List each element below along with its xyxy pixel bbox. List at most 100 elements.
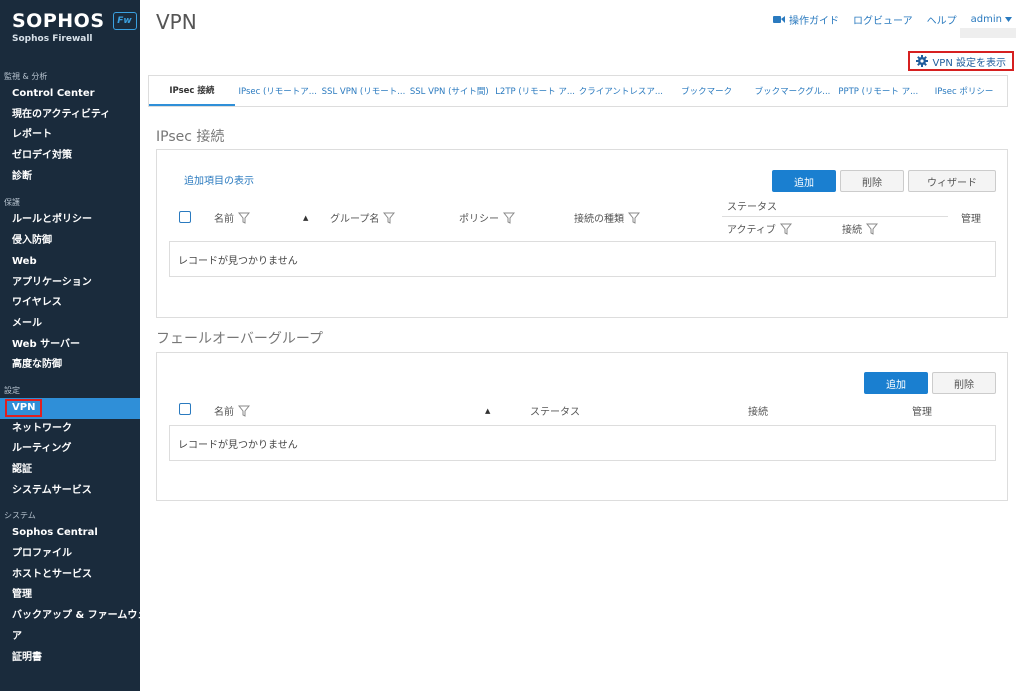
failover-select-all-checkbox[interactable] (179, 403, 191, 415)
sidebar-item-label: ルーティング (12, 443, 72, 455)
col-policy-label: ポリシー (459, 214, 499, 225)
tab[interactable]: クライアントレスア... (578, 76, 664, 106)
failover-delete-button[interactable]: 削除 (932, 372, 996, 394)
col-policy[interactable]: ポリシー (459, 210, 515, 225)
filter-icon[interactable] (238, 405, 250, 417)
brand-subtitle: Sophos Firewall (12, 34, 93, 44)
sidebar-item[interactable]: ワイヤレス (0, 293, 140, 314)
sidebar-item[interactable]: システムサービス (0, 481, 140, 502)
sidebar-item-label: プロファイル (12, 548, 72, 560)
col-group-label: グループ名 (330, 214, 380, 225)
sidebar-item[interactable]: Sophos Central (0, 523, 140, 544)
vpn-settings-label: VPN 設定を表示 (932, 57, 1006, 69)
tab[interactable]: SSL VPN (リモート... (321, 76, 407, 106)
help-link[interactable]: ヘルプ (927, 12, 957, 27)
failover-col-status: ステータス (530, 407, 580, 418)
sidebar-item[interactable]: 管理 (0, 585, 140, 606)
sidebar-item[interactable]: ルーティング (0, 439, 140, 460)
sidebar-item[interactable]: アプリケーション (0, 273, 140, 294)
sidebar-item[interactable]: メール (0, 314, 140, 335)
sidebar-item-label: バックアップ & ファームウェ (12, 610, 140, 622)
failover-col-connection: 接続 (748, 407, 768, 418)
filter-icon[interactable] (383, 212, 396, 224)
tab[interactable]: IPsec ポリシー (921, 76, 1007, 106)
filter-icon[interactable] (866, 223, 878, 235)
filter-icon[interactable] (503, 212, 515, 224)
sidebar-item[interactable]: プロファイル (0, 544, 140, 565)
sidebar-item-label: ゼロデイ対策 (12, 150, 72, 162)
sidebar-item-label: ネットワーク (12, 422, 72, 434)
tab[interactable]: IPsec 接続 (149, 76, 235, 106)
gear-icon (916, 55, 929, 67)
sidebar-item[interactable]: ルールとポリシー (0, 210, 140, 231)
failover-col-manage: 管理 (912, 407, 932, 418)
ipsec-empty-row: レコードが見つかりません (169, 241, 996, 277)
filter-icon[interactable] (238, 212, 250, 224)
sidebar-item[interactable]: バックアップ & ファームウェ (0, 606, 140, 627)
ipsec-add-button[interactable]: 追加 (772, 170, 836, 192)
sidebar-item[interactable]: 診断 (0, 167, 140, 188)
ipsec-delete-button[interactable]: 削除 (840, 170, 904, 192)
sidebar-section-title: 監視 & 分析 (4, 72, 48, 81)
tab[interactable]: L2TP (リモート ア... (492, 76, 578, 106)
failover-col-name[interactable]: 名前 (214, 403, 250, 418)
sidebar-item[interactable]: Control Center (0, 84, 140, 105)
tab[interactable]: PPTP (リモート ア... (835, 76, 921, 106)
sidebar-item-label: ルールとポリシー (12, 214, 92, 226)
sidebar-item[interactable]: ネットワーク (0, 419, 140, 440)
sort-asc-icon[interactable]: ▲ (485, 407, 490, 415)
ipsec-wizard-button[interactable]: ウィザード (908, 170, 996, 192)
sidebar-item[interactable]: ホストとサービス (0, 565, 140, 586)
user-menu[interactable]: admin (971, 14, 1012, 25)
sidebar-item[interactable]: Web サーバー (0, 335, 140, 356)
sidebar-item-label: システムサービス (12, 484, 92, 496)
failover-add-button[interactable]: 追加 (864, 372, 928, 394)
col-name[interactable]: 名前 (214, 210, 250, 225)
failover-col-name-label: 名前 (214, 407, 234, 418)
guide-link[interactable]: 操作ガイド (773, 12, 839, 27)
col-connection-type[interactable]: 接続の種類 (574, 210, 640, 225)
sidebar-item[interactable]: ア (0, 627, 140, 648)
sidebar-item[interactable]: ゼロデイ対策 (0, 146, 140, 167)
sidebar-item[interactable]: 現在のアクティビティ (0, 105, 140, 126)
col-active[interactable]: アクティブ (727, 221, 792, 236)
tab[interactable]: SSL VPN (サイト間) (406, 76, 492, 106)
sidebar-item-label: レポート (12, 129, 52, 141)
sidebar-item-label: 侵入防御 (12, 235, 52, 247)
ipsec-select-all-checkbox[interactable] (179, 211, 191, 223)
brand: SOPHOS Fw Sophos Firewall (0, 0, 140, 60)
col-connection[interactable]: 接続 (842, 221, 878, 236)
filter-icon[interactable] (628, 212, 640, 224)
video-icon (773, 16, 786, 23)
sidebar-item[interactable]: 侵入防御 (0, 231, 140, 252)
sidebar-item[interactable]: VPN (0, 397, 140, 419)
sidebar-item-label: 高度な防御 (12, 359, 62, 371)
tab[interactable]: ブックマークグル... (750, 76, 836, 106)
vpn-settings-button[interactable]: VPN 設定を表示 (908, 51, 1014, 71)
user-name: admin (970, 14, 1002, 25)
sophos-logo: SOPHOS (12, 10, 105, 32)
top-nav: 操作ガイド ログビューア ヘルプ admin (773, 12, 1012, 27)
sidebar-item[interactable]: 証明書 (0, 648, 140, 669)
sidebar-item[interactable]: 認証 (0, 460, 140, 481)
col-manage: 管理 (961, 214, 981, 225)
log-viewer-link[interactable]: ログビューア (853, 12, 913, 27)
tab[interactable]: IPsec (リモートア... (235, 76, 321, 106)
sidebar-item[interactable]: Web (0, 252, 140, 273)
guide-label: 操作ガイド (789, 16, 840, 27)
sidebar-item-label: ワイヤレス (12, 297, 62, 309)
filter-icon[interactable] (779, 223, 792, 235)
tab-bar: IPsec 接続 IPsec (リモートア... SSL VPN (リモート... S… (148, 75, 1008, 107)
col-active-label: アクティブ (727, 225, 776, 236)
col-group[interactable]: グループ名 (330, 210, 396, 225)
sort-asc-icon[interactable]: ▲ (303, 214, 308, 222)
sidebar-item[interactable]: レポート (0, 125, 140, 146)
show-more-link[interactable]: 追加項目の表示 (184, 172, 254, 187)
sidebar-section-title: システム (4, 511, 36, 521)
sidebar-item[interactable]: 高度な防御 (0, 355, 140, 376)
page-title: VPN (156, 10, 197, 34)
tab[interactable]: ブックマーク (664, 76, 750, 106)
